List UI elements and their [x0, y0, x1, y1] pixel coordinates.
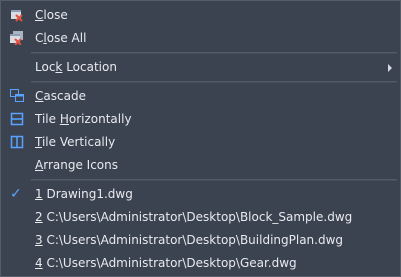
cascade-windows-icon [10, 89, 24, 103]
menu-item-document-4[interactable]: 4 C:\Users\Administrator\Desktop\Gear.dw… [1, 252, 400, 275]
menu-item-label: 1 Drawing1.dwg [35, 187, 133, 201]
menu-item-label: Tile Horizontally [35, 112, 132, 126]
menu-item-document-1[interactable]: ✓ 1 Drawing1.dwg [1, 183, 400, 206]
close-all-windows-icon [10, 31, 24, 46]
close-window-icon [10, 8, 24, 22]
menu-item-cascade[interactable]: Cascade [1, 85, 400, 108]
menu-item-label: Cascade [35, 89, 86, 103]
menu-item-label: Tile Vertically [35, 135, 116, 149]
menu-separator [31, 81, 397, 83]
tile-horizontal-icon [10, 112, 24, 126]
menu-separator [31, 52, 397, 54]
menu-item-document-2[interactable]: 2 C:\Users\Administrator\Desktop\Block_S… [1, 206, 400, 229]
tile-vertical-icon [10, 135, 24, 149]
menu-item-label: 2 C:\Users\Administrator\Desktop\Block_S… [35, 210, 353, 224]
menu-separator [31, 179, 397, 181]
menu-item-close[interactable]: Close [1, 4, 400, 27]
menu-item-document-3[interactable]: 3 C:\Users\Administrator\Desktop\Buildin… [1, 229, 400, 252]
menu-item-label: 3 C:\Users\Administrator\Desktop\Buildin… [35, 233, 344, 247]
menu-item-lock-location[interactable]: Lock Location [1, 56, 400, 79]
menu-item-label: Lock Location [35, 60, 117, 74]
menu-item-arrange-icons[interactable]: Arrange Icons [1, 154, 400, 177]
submenu-arrow-icon [388, 64, 392, 72]
menu-item-label: Close All [35, 31, 87, 45]
menu-item-tile-horizontally[interactable]: Tile Horizontally [1, 108, 400, 131]
menu-item-label: 4 C:\Users\Administrator\Desktop\Gear.dw… [35, 256, 297, 270]
menu-item-label: Arrange Icons [35, 158, 118, 172]
window-context-menu: Close Close All Lock Location Cascade Ti… [0, 0, 401, 277]
checkmark-icon: ✓ [10, 186, 22, 202]
menu-item-tile-vertically[interactable]: Tile Vertically [1, 131, 400, 154]
menu-item-close-all[interactable]: Close All [1, 27, 400, 50]
menu-item-label: Close [35, 8, 68, 22]
